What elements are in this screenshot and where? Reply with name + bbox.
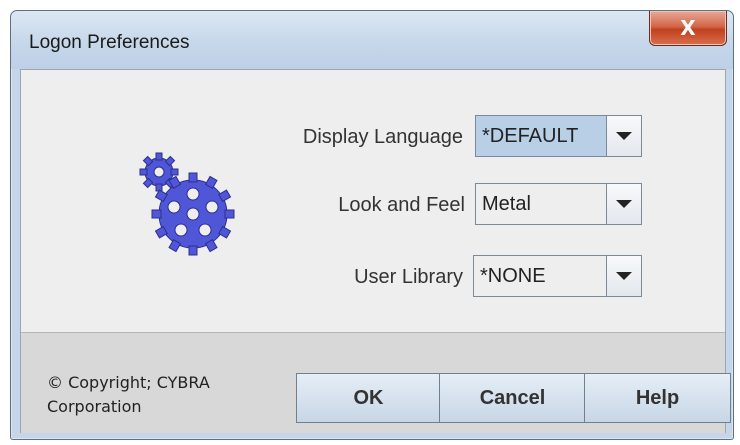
window-title: Logon Preferences [29, 32, 190, 53]
dialog-content: Display Language *DEFAULT Look and Feel … [20, 69, 731, 433]
chevron-down-icon[interactable] [607, 256, 641, 296]
close-button[interactable]: X [649, 11, 727, 46]
help-button[interactable]: Help [584, 373, 731, 423]
gears-icon [139, 152, 235, 256]
chevron-down-icon[interactable] [607, 116, 641, 156]
look-and-feel-label: Look and Feel [338, 194, 465, 216]
logon-preferences-dialog: Logon Preferences X Display Language *DE… [10, 10, 734, 440]
display-language-value: *DEFAULT [476, 116, 607, 156]
title-bar[interactable]: Logon Preferences X [11, 11, 733, 69]
ok-button[interactable]: OK [296, 373, 441, 423]
user-library-label: User Library [354, 266, 463, 288]
user-library-value: *NONE [474, 256, 607, 296]
close-icon: X [680, 16, 696, 40]
display-language-select[interactable]: *DEFAULT [475, 115, 642, 157]
user-library-select[interactable]: *NONE [473, 255, 642, 297]
dialog-footer: © Copyright; CYBRA Corporation OK Cancel… [21, 332, 731, 433]
display-language-label: Display Language [302, 126, 463, 148]
chevron-down-icon[interactable] [607, 184, 641, 224]
cancel-button[interactable]: Cancel [439, 373, 586, 423]
look-and-feel-select[interactable]: Metal [475, 183, 642, 225]
look-and-feel-value: Metal [476, 184, 607, 224]
copyright-text: © Copyright; CYBRA Corporation [47, 373, 210, 416]
